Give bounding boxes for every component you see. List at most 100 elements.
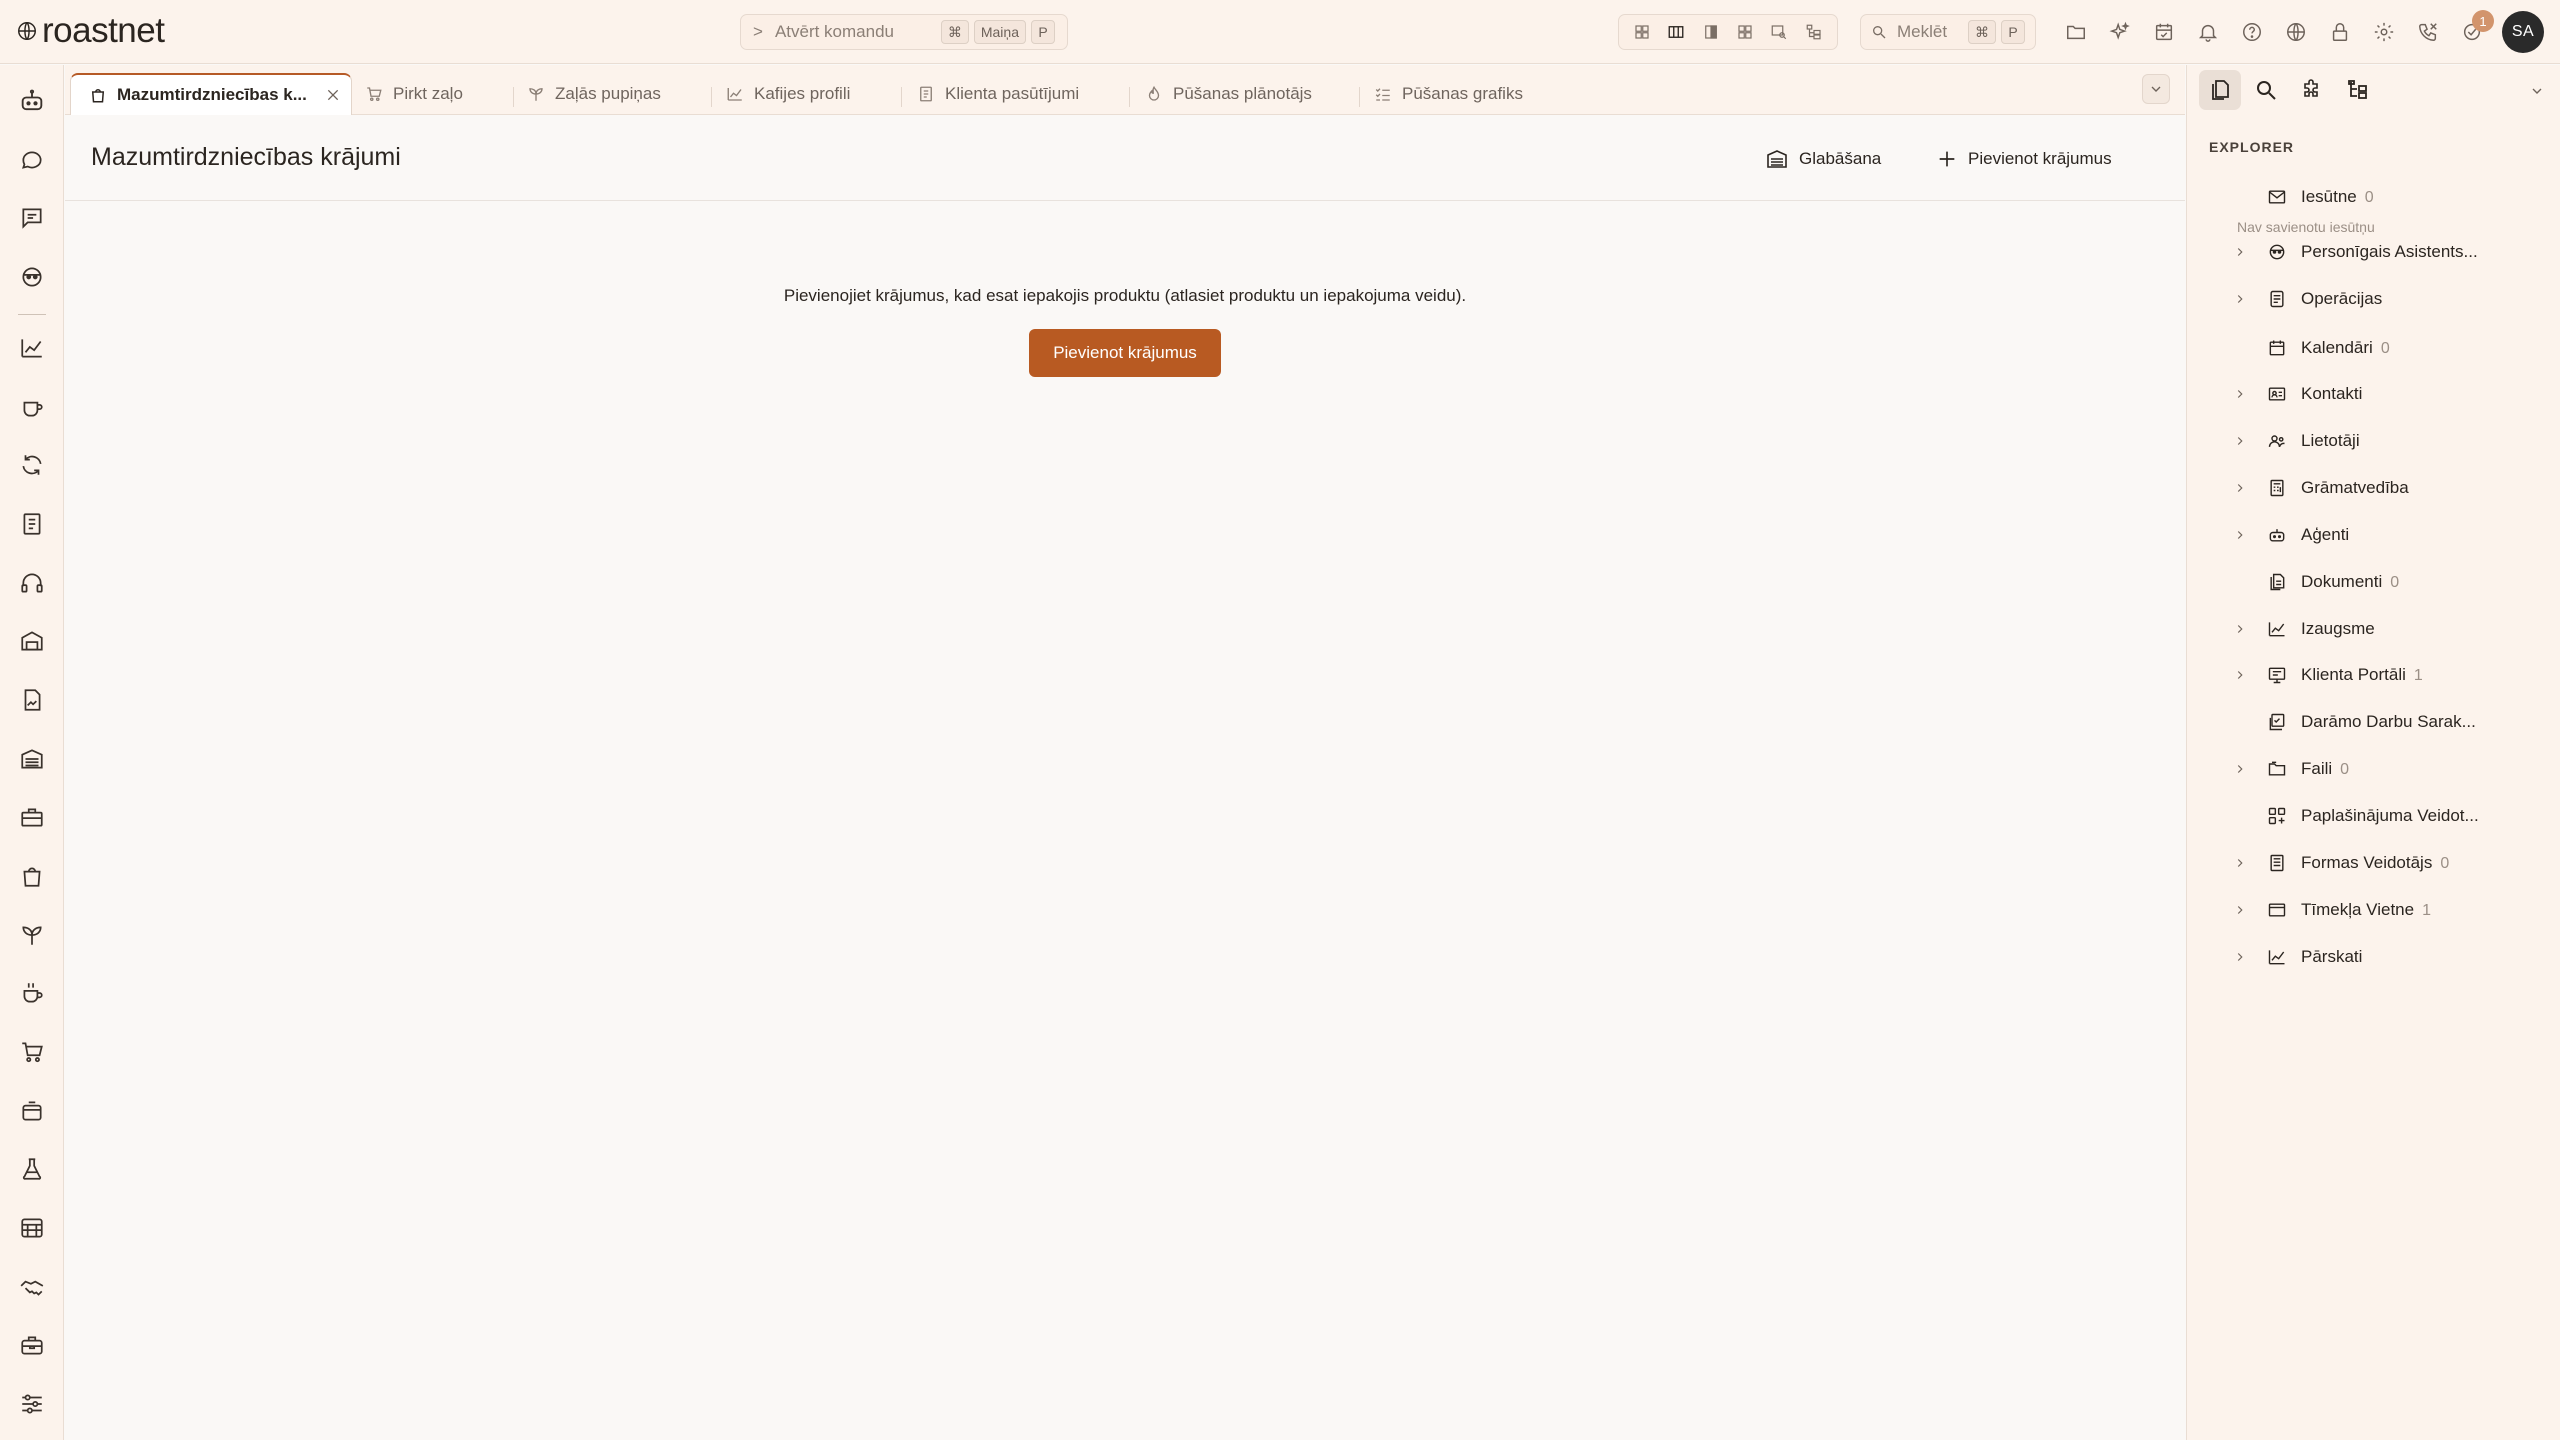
cart-icon[interactable] xyxy=(14,1034,50,1070)
add-inventory-header-button[interactable]: Pievienot krājumus xyxy=(1936,142,2112,176)
tab-retail-inventory[interactable]: Mazumtirdzniecības k... xyxy=(70,73,352,115)
package-icon[interactable] xyxy=(14,1093,50,1129)
users-icon xyxy=(2267,431,2287,451)
documents-icon xyxy=(2267,572,2287,592)
command-label: Atvērt komandu xyxy=(774,22,894,41)
explorer-item-count: 1 xyxy=(2422,902,2431,919)
command-palette-button[interactable]: > Atvērt komandu ⌘ Maiņa P xyxy=(740,14,1068,50)
search-button[interactable]: Meklēt ⌘ P xyxy=(1860,14,2036,50)
explorer-item[interactable]: Tīmekļa Vietne 1 xyxy=(2187,890,2560,930)
coffee-cup-icon[interactable] xyxy=(14,389,50,425)
files-icon[interactable] xyxy=(2199,70,2241,110)
plus-icon xyxy=(1936,148,1958,170)
sprout-icon[interactable] xyxy=(14,917,50,953)
folder-icon[interactable] xyxy=(2054,14,2098,50)
help-icon[interactable] xyxy=(2230,14,2274,50)
toolbox-icon[interactable] xyxy=(14,799,50,835)
tab-coffee-profiles[interactable]: Kafijes profili xyxy=(726,73,850,115)
robot-icon[interactable] xyxy=(14,83,50,119)
warehouse-icon[interactable] xyxy=(14,623,50,659)
globe-icon[interactable] xyxy=(2274,14,2318,50)
gear-icon[interactable] xyxy=(2362,14,2406,50)
store-icon[interactable] xyxy=(14,1210,50,1246)
chevron-right-icon[interactable] xyxy=(2233,387,2247,401)
explorer-item[interactable]: Pārskati xyxy=(2187,937,2560,977)
briefcase-icon[interactable] xyxy=(14,1327,50,1363)
headphones-icon[interactable] xyxy=(14,565,50,601)
notebook-icon[interactable] xyxy=(14,506,50,542)
logo[interactable]: roastnet xyxy=(16,11,165,51)
split-view-icon[interactable] xyxy=(1702,23,1720,41)
assistant-face-icon[interactable] xyxy=(14,259,50,295)
chevron-down-icon xyxy=(2148,81,2164,97)
hot-coffee-icon[interactable] xyxy=(14,975,50,1011)
handshake-icon[interactable] xyxy=(14,1269,50,1305)
search-icon[interactable] xyxy=(2245,70,2287,110)
chevron-right-icon[interactable] xyxy=(2233,622,2247,636)
chevron-right-icon[interactable] xyxy=(2233,762,2247,776)
explorer-item-label: Grāmatvedība xyxy=(2301,478,2409,497)
refresh-cycle-icon[interactable] xyxy=(14,447,50,483)
chevron-right-icon[interactable] xyxy=(2233,950,2247,964)
tree-structure-icon[interactable] xyxy=(2337,70,2379,110)
puzzle-icon[interactable] xyxy=(2291,70,2333,110)
flask-icon[interactable] xyxy=(14,1151,50,1187)
tabs-overflow-button[interactable] xyxy=(2142,74,2170,104)
chevron-down-icon[interactable] xyxy=(2525,79,2549,103)
tab-bar: Mazumtirdzniecības k... Pirkt zaļo Zaļās… xyxy=(65,65,2185,115)
message-square-icon[interactable] xyxy=(14,200,50,236)
explorer-item[interactable]: Faili 0 xyxy=(2187,749,2560,789)
explorer-item[interactable]: Dokumenti 0 xyxy=(2187,562,2560,602)
chevron-right-icon[interactable] xyxy=(2233,481,2247,495)
explorer-item[interactable]: Grāmatvedība xyxy=(2187,468,2560,508)
sparkles-icon[interactable] xyxy=(2098,14,2142,50)
bell-icon[interactable] xyxy=(2186,14,2230,50)
tab-roast-schedule[interactable]: Pūšanas grafiks xyxy=(1374,73,1523,115)
storage-label: Glabāšana xyxy=(1799,149,1882,168)
chevron-right-icon[interactable] xyxy=(2233,668,2247,682)
explorer-item[interactable]: Izaugsme xyxy=(2187,609,2560,649)
explorer-item[interactable]: Formas Veidotājs 0 xyxy=(2187,843,2560,883)
explorer-item[interactable]: Paplašinājuma Veidot... xyxy=(2187,796,2560,836)
storage-rack-icon[interactable] xyxy=(14,741,50,777)
explorer-item[interactable]: Iesūtne 0 xyxy=(2187,177,2560,217)
chevron-right-icon[interactable] xyxy=(2233,434,2247,448)
warehouse-icon xyxy=(1765,147,1789,171)
calendar-check-icon[interactable] xyxy=(2142,14,2186,50)
activity-icon[interactable]: 1 xyxy=(2450,10,2494,50)
close-icon[interactable] xyxy=(325,87,341,103)
add-inventory-button[interactable]: Pievienot krājumus xyxy=(1029,329,1221,377)
tab-green-beans[interactable]: Zaļās pupiņas xyxy=(527,73,661,115)
tab-buy-green[interactable]: Pirkt zaļo xyxy=(365,73,463,115)
storage-button[interactable]: Glabāšana xyxy=(1765,142,1881,176)
explorer-item[interactable]: Lietotāji xyxy=(2187,421,2560,461)
phone-icon[interactable] xyxy=(2406,14,2450,50)
inspect-view-icon[interactable] xyxy=(1770,23,1788,41)
hierarchy-view-icon[interactable] xyxy=(1805,23,1823,41)
chevron-right-icon[interactable] xyxy=(2233,528,2247,542)
lock-icon[interactable] xyxy=(2318,14,2362,50)
shopping-bag-icon[interactable] xyxy=(14,858,50,894)
explorer-item[interactable]: Operācijas xyxy=(2187,279,2560,319)
chevron-right-icon[interactable] xyxy=(2233,292,2247,306)
explorer-item[interactable]: Personīgais Asistents... xyxy=(2187,232,2560,272)
explorer-item[interactable]: Kontakti xyxy=(2187,374,2560,414)
explorer-item[interactable]: Kalendāri 0 xyxy=(2187,328,2560,368)
explorer-item[interactable]: Klienta Portāli 1 xyxy=(2187,655,2560,695)
tab-client-orders[interactable]: Klienta pasūtījumi xyxy=(917,73,1079,115)
avatar[interactable]: SA xyxy=(2502,11,2544,53)
search-icon xyxy=(1871,24,1887,40)
columns-view-icon[interactable] xyxy=(1667,23,1685,41)
chevron-right-icon[interactable] xyxy=(2233,903,2247,917)
sliders-icon[interactable] xyxy=(14,1386,50,1422)
tiles-view-icon[interactable] xyxy=(1736,23,1754,41)
chevron-right-icon[interactable] xyxy=(2233,856,2247,870)
analytics-icon[interactable] xyxy=(14,330,50,366)
explorer-item[interactable]: Darāmo Darbu Sarak... xyxy=(2187,702,2560,742)
grid-view-icon[interactable] xyxy=(1633,23,1651,41)
explorer-item[interactable]: Aģenti xyxy=(2187,515,2560,555)
chat-bubble-icon[interactable] xyxy=(14,142,50,178)
chevron-right-icon[interactable] xyxy=(2233,245,2247,259)
tab-roast-planner[interactable]: Pūšanas plānotājs xyxy=(1145,73,1312,115)
image-document-icon[interactable] xyxy=(14,682,50,718)
